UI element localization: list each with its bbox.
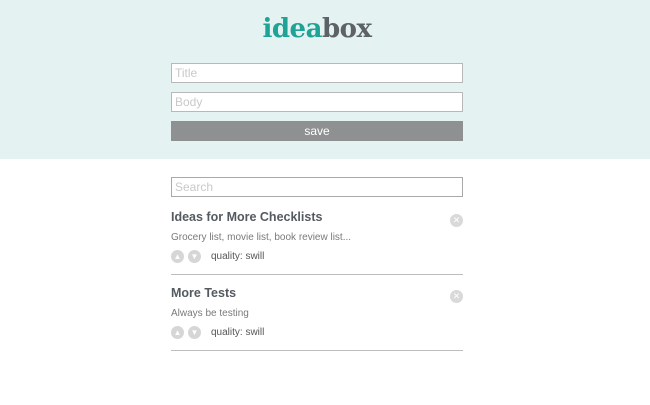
- search-input[interactable]: [171, 177, 463, 197]
- arrow-up-icon[interactable]: ▲: [171, 250, 184, 263]
- idea-card: Ideas for More Checklists ✕ Grocery list…: [171, 200, 463, 275]
- idea-card: More Tests ✕ Always be testing ▲ ▼ quali…: [171, 276, 463, 351]
- body-input[interactable]: [171, 92, 463, 112]
- arrow-down-icon[interactable]: ▼: [188, 250, 201, 263]
- title-input[interactable]: [171, 63, 463, 83]
- arrow-down-icon[interactable]: ▼: [188, 326, 201, 339]
- close-icon[interactable]: ✕: [450, 290, 463, 303]
- idea-title[interactable]: Ideas for More Checklists: [171, 210, 322, 224]
- header: ideabox save: [0, 0, 650, 159]
- idea-body[interactable]: Always be testing: [171, 308, 249, 319]
- quality-label: quality: swill: [211, 251, 265, 262]
- quality-label: quality: swill: [211, 327, 265, 338]
- logo-part-idea: idea: [262, 14, 323, 44]
- arrow-up-icon[interactable]: ▲: [171, 326, 184, 339]
- logo: ideabox: [0, 14, 634, 44]
- save-button[interactable]: save: [171, 121, 463, 141]
- idea-body[interactable]: Grocery list, movie list, book review li…: [171, 232, 351, 243]
- idea-title[interactable]: More Tests: [171, 286, 236, 300]
- close-icon[interactable]: ✕: [450, 214, 463, 227]
- logo-part-box: box: [321, 14, 372, 44]
